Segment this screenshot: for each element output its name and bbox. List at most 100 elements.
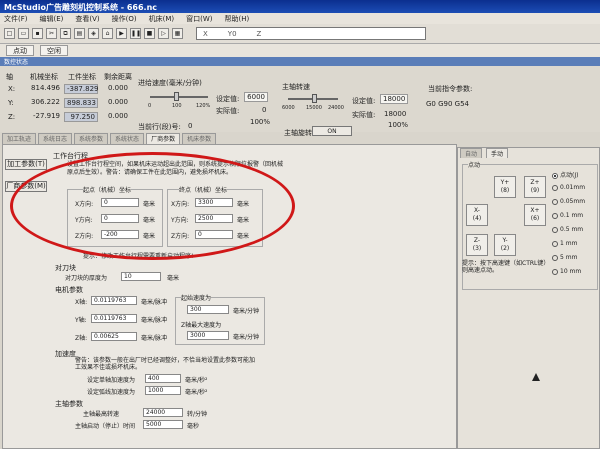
simulate-icon[interactable]: ◈ — [88, 28, 99, 39]
menu-help[interactable]: 帮助(H) — [225, 14, 250, 23]
machine-y: 306.222 — [31, 98, 60, 106]
spindle-tick-max: 24000 — [328, 105, 344, 111]
tab-manual[interactable]: 手动 — [486, 148, 509, 158]
radio-dot-icon — [552, 198, 558, 205]
jog-z-plus-button[interactable]: Z+ (9) — [524, 176, 546, 198]
menu-machine[interactable]: 机床(M) — [149, 14, 175, 23]
start-speed-unit: 毫米/分钟 — [233, 308, 260, 315]
radio-10-label: 10 mm — [560, 268, 582, 275]
accel-single-input[interactable]: 400 — [145, 374, 181, 383]
tab-machine-params[interactable]: 机床参数 — [182, 133, 217, 144]
zmax-speed-unit: 毫米/分钟 — [233, 334, 260, 341]
radio-05[interactable]: 0.5 mm — [552, 226, 583, 233]
pulse-y-input[interactable]: 0.0119763 — [91, 314, 137, 323]
menu-file[interactable]: 文件(F) — [4, 14, 28, 23]
jog-x-plus-button[interactable]: X+ (6) — [524, 204, 546, 226]
accel-curve-label: 设定弧线加速度为 — [87, 389, 136, 396]
jog-z-minus-key: (3) — [472, 245, 482, 252]
radio-1[interactable]: 1 mm — [552, 240, 577, 247]
spindle-set-value: 18000 — [380, 94, 408, 104]
save-icon[interactable]: ▪ — [32, 28, 43, 39]
step-icon[interactable]: ▷ — [158, 28, 169, 39]
accel-single-unit: 毫米/秒² — [185, 377, 208, 384]
menu-operate[interactable]: 操作(O) — [112, 14, 137, 23]
feed-slider-knob[interactable] — [174, 92, 179, 101]
accel-curve-input[interactable]: 1000 — [145, 386, 181, 395]
open-icon[interactable]: ▭ — [18, 28, 29, 39]
cut-icon[interactable]: ✂ — [46, 28, 57, 39]
jog-x-minus-button[interactable]: X- (4) — [466, 204, 488, 226]
motor-title: 电机参数 — [55, 286, 83, 294]
toolbar: □ ▭ ▪ ✂ ⧉ ▤ ◈ ⌂ ▶ ❚❚ ■ ▷ ▦ X Y0 Z — [0, 24, 600, 44]
radio-01[interactable]: 0.1 mm — [552, 212, 583, 219]
feed-set-label: 设定值: — [216, 95, 240, 103]
zmax-speed-input[interactable]: 3000 — [187, 331, 229, 340]
stop-icon[interactable]: ■ — [144, 28, 155, 39]
status-header: 数控状态 — [0, 57, 600, 66]
spindle-delay-input[interactable]: 5000 — [143, 420, 183, 429]
tool-thickness-label: 对刀块的厚度为 — [65, 275, 108, 282]
tab-toolpath[interactable]: 加工轨迹 — [2, 133, 37, 144]
remain-header: 剩余距离 — [104, 73, 132, 81]
pulse-y-unit: 毫米/脉冲 — [141, 317, 168, 324]
tab-vendor-params[interactable]: 厂商参数 — [146, 133, 181, 144]
line-label: 当前行(段)号: — [138, 123, 181, 131]
start-speed-input[interactable]: 300 — [187, 305, 229, 314]
pause-icon[interactable]: ❚❚ — [130, 28, 141, 39]
menu-view[interactable]: 查看(V) — [75, 14, 99, 23]
menu-window[interactable]: 窗口(W) — [186, 14, 212, 23]
mode-jog[interactable]: 点动 — [6, 45, 34, 56]
new-icon[interactable]: □ — [4, 28, 15, 39]
line-value: 0 — [188, 122, 193, 130]
menu-edit[interactable]: 编辑(E) — [40, 14, 64, 23]
spindle-max-unit: 转/分钟 — [187, 411, 208, 418]
window-title: McStudio广告雕刻机控制系统 - 666.nc — [0, 0, 600, 13]
radio-dot-icon — [552, 212, 558, 219]
remain-z: 0.000 — [107, 112, 128, 120]
home-icon[interactable]: ⌂ — [102, 28, 113, 39]
paste-icon[interactable]: ▤ — [74, 28, 85, 39]
run-icon[interactable]: ▶ — [116, 28, 127, 39]
spindle-tick-min: 6000 — [282, 105, 295, 111]
spindle-slider-knob[interactable] — [312, 94, 317, 103]
pulse-z-unit: 毫米/脉冲 — [141, 335, 168, 342]
tab-sys-params[interactable]: 系统参数 — [74, 133, 109, 144]
jog-group-title: 点动 — [468, 160, 481, 169]
spindle-actual-value: 18000 — [384, 110, 407, 118]
tab-log[interactable]: 系统日志 — [38, 133, 73, 144]
jog-y-minus-button[interactable]: Y- (2) — [494, 234, 516, 256]
accel-curve-unit: 毫米/秒² — [185, 389, 208, 396]
jog-x-minus-key: (4) — [472, 215, 482, 222]
manual-panel: 自动 手动 点动 Y+ (8) Z+ (9) X- (4) X+ (6) Z- (3) Y… — [457, 147, 600, 449]
pulse-z-input[interactable]: 0.00625 — [91, 332, 137, 341]
jog-y-plus-button[interactable]: Y+ (8) — [494, 176, 516, 198]
accel-note: 警告：该参数一般在出厂时已经调整好，不恰当地设置此参数可能加工效果不佳或损坏机床… — [75, 357, 256, 371]
coord-y: Y0 — [227, 30, 237, 38]
tool-thickness-input[interactable]: 10 — [121, 272, 161, 281]
red-annotation-circle — [10, 152, 295, 260]
radio-005[interactable]: 0.05mm — [552, 198, 585, 205]
radio-001[interactable]: 0.01mm — [552, 184, 585, 191]
tab-auto[interactable]: 自动 — [460, 148, 483, 158]
copy-icon[interactable]: ⧉ — [60, 28, 71, 39]
grid-icon[interactable]: ▦ — [172, 28, 183, 39]
radio-dot-on-icon — [552, 172, 558, 179]
tab-sys-status[interactable]: 系统状态 — [110, 133, 145, 144]
jog-z-minus-button[interactable]: Z- (3) — [466, 234, 488, 256]
pulse-x-input[interactable]: 0.0119763 — [91, 296, 137, 305]
spindle-max-input[interactable]: 24000 — [143, 408, 183, 417]
jog-y-plus-key: (8) — [500, 187, 510, 194]
feed-actual-label: 实际值: — [216, 107, 240, 115]
radio-5[interactable]: 5 mm — [552, 254, 577, 261]
jog-z-plus-key: (9) — [530, 187, 540, 194]
feed-title: 进给速度(毫米/分钟) — [138, 79, 202, 87]
axis-x-label: X: — [8, 85, 16, 93]
tool-thickness-unit: 毫米 — [167, 275, 180, 282]
feed-slider-track[interactable] — [150, 96, 208, 98]
radio-jog[interactable]: 点动(J) — [552, 170, 578, 179]
work-params-button[interactable]: 加工参数(T) — [5, 159, 47, 170]
radio-05-label: 0.5 mm — [560, 226, 584, 233]
mode-idle[interactable]: 空闲 — [40, 45, 68, 56]
jog-hint: 提示：按下高速键（如CTRL键）则高速点动。 — [462, 260, 547, 274]
radio-10[interactable]: 10 mm — [552, 268, 581, 275]
